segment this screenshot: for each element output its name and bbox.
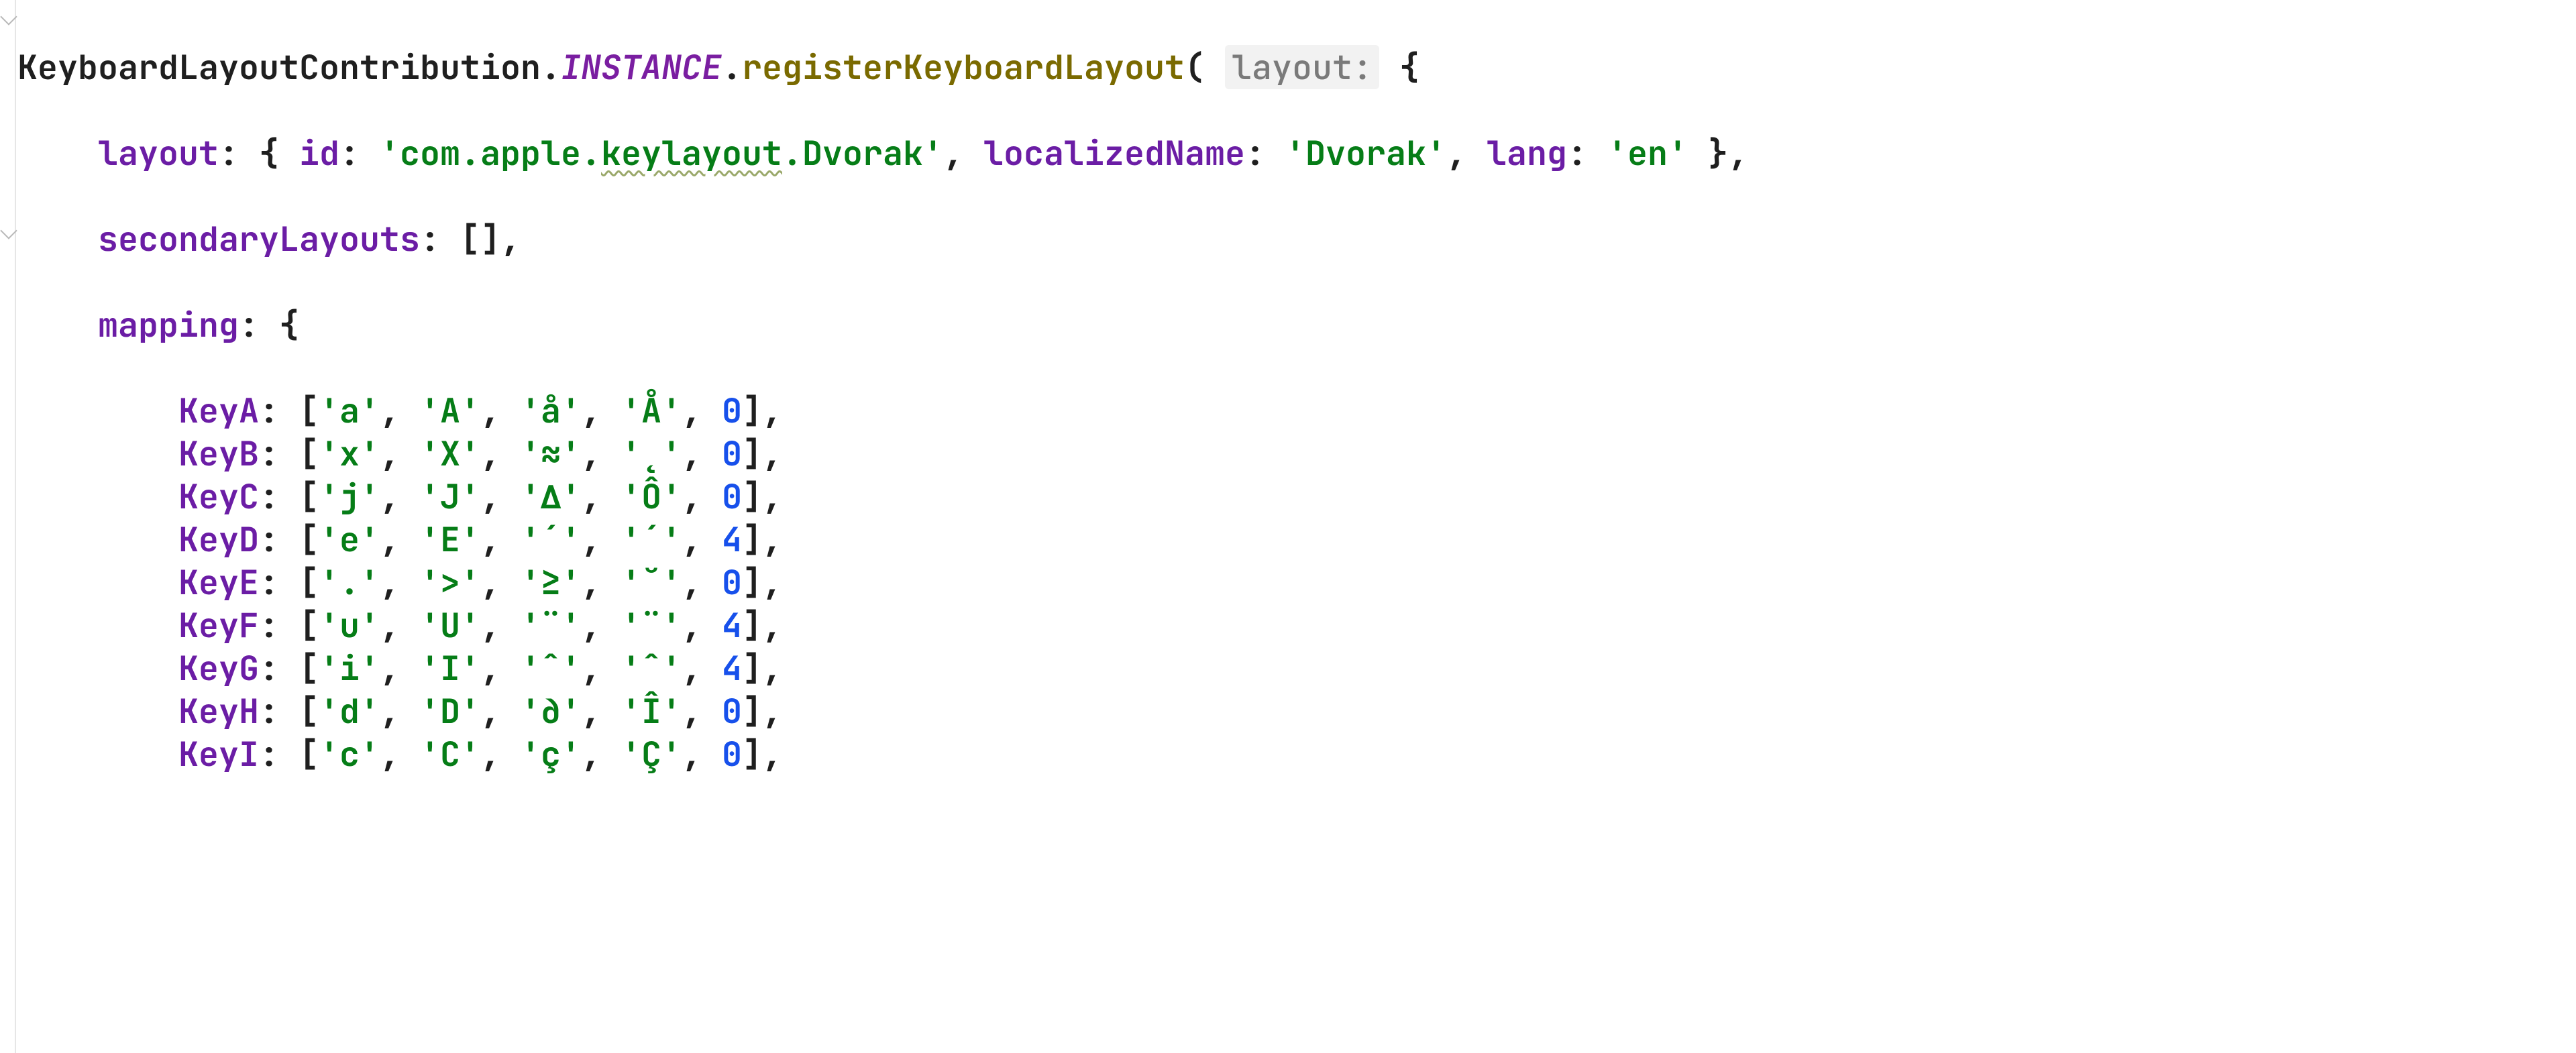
string-literal: '.': [319, 560, 380, 604]
string-literal: 'j': [319, 474, 380, 518]
mapping-key: KeyE: [178, 560, 259, 604]
string-literal: 'Ç': [621, 732, 682, 776]
mapping-key: KeyG: [178, 646, 259, 690]
object-key: localizedName: [983, 131, 1245, 175]
string-literal: 'com.apple.keylayout.Dvorak': [380, 131, 943, 175]
string-literal: 'ˆ': [521, 646, 581, 690]
code-line: KeyA: ['a', 'A', 'å', 'Å', 0],: [17, 389, 2576, 432]
string-literal: 'X': [420, 431, 480, 476]
string-literal: 'U': [420, 603, 480, 647]
string-literal: 'ç': [521, 732, 581, 776]
string-literal: 'C': [420, 732, 480, 776]
string-literal: '˘': [621, 560, 682, 604]
static-field: INSTANCE: [561, 45, 722, 89]
string-literal: '¨': [521, 603, 581, 647]
string-literal: 'A': [420, 388, 480, 433]
identifier: KeyboardLayoutContribution: [17, 45, 541, 89]
string-literal: '¨': [621, 603, 682, 647]
object-key: mapping: [98, 302, 239, 347]
code-line: KeyB: ['x', 'X', '≈', '˛', 0],: [17, 432, 2576, 475]
string-literal: 'å': [521, 388, 581, 433]
code-line: layout: { id: 'com.apple.keylayout.Dvora…: [17, 131, 2576, 174]
string-literal: 'E': [420, 517, 480, 561]
mapping-key: KeyI: [178, 732, 259, 776]
code-line: KeyE: ['.', '>', '≥', '˘', 0],: [17, 561, 2576, 604]
code-line: mapping: {: [17, 303, 2576, 346]
code-line: KeyboardLayoutContribution.INSTANCE.regi…: [17, 46, 2576, 89]
string-literal: 'en': [1607, 131, 1688, 175]
string-literal: 'ˆ': [621, 646, 682, 690]
number-literal: 4: [722, 603, 742, 647]
string-literal: '>': [420, 560, 480, 604]
parameter-hint: layout:: [1225, 45, 1379, 89]
string-literal: 'J': [420, 474, 480, 518]
number-literal: 4: [722, 517, 742, 561]
array-literal: []: [460, 217, 500, 261]
object-key: lang: [1487, 131, 1567, 175]
code-editor[interactable]: KeyboardLayoutContribution.INSTANCE.regi…: [17, 3, 2576, 818]
number-literal: 0: [722, 689, 742, 733]
code-line: KeyC: ['j', 'J', '∆', 'Ô', 0],: [17, 475, 2576, 518]
mapping-key: KeyA: [178, 388, 259, 433]
string-literal: '´': [521, 517, 581, 561]
code-line: KeyG: ['i', 'I', 'ˆ', 'ˆ', 4],: [17, 647, 2576, 689]
string-literal: 'D': [420, 689, 480, 733]
code-line: KeyH: ['d', 'D', '∂', 'Î', 0],: [17, 689, 2576, 732]
object-key: layout: [98, 131, 219, 175]
string-literal: 'i': [319, 646, 380, 690]
number-literal: 0: [722, 474, 742, 518]
code-line: KeyD: ['e', 'E', '´', '´', 4],: [17, 518, 2576, 561]
string-literal: '≈': [521, 431, 581, 476]
string-literal: 'I': [420, 646, 480, 690]
string-literal: '´': [621, 517, 682, 561]
string-literal: 'e': [319, 517, 380, 561]
mapping-key: KeyH: [178, 689, 259, 733]
mapping-key: KeyB: [178, 431, 259, 476]
number-literal: 0: [722, 560, 742, 604]
object-key: secondaryLayouts: [98, 217, 420, 261]
number-literal: 0: [722, 388, 742, 433]
string-literal: '∆': [521, 474, 581, 518]
method-name: registerKeyboardLayout: [742, 45, 1185, 89]
string-literal: 'a': [319, 388, 380, 433]
object-key: id: [299, 131, 339, 175]
string-literal: 'Dvorak': [1285, 131, 1446, 175]
string-literal: '˛': [621, 431, 682, 476]
mapping-key: KeyC: [178, 474, 259, 518]
mapping-key: KeyD: [178, 517, 259, 561]
fold-marker-icon[interactable]: [0, 8, 17, 25]
code-line: secondaryLayouts: [],: [17, 217, 2576, 260]
string-literal: 'Î': [621, 689, 682, 733]
string-literal: 'c': [319, 732, 380, 776]
number-literal: 0: [722, 431, 742, 476]
string-literal: 'x': [319, 431, 380, 476]
typo-underline: keylayout: [601, 131, 782, 175]
code-line: KeyI: ['c', 'C', 'ç', 'Ç', 0],: [17, 732, 2576, 775]
string-literal: 'Ô': [621, 474, 682, 518]
string-literal: 'u': [319, 603, 380, 647]
number-literal: 4: [722, 646, 742, 690]
fold-marker-icon[interactable]: [0, 222, 17, 239]
string-literal: 'd': [319, 689, 380, 733]
number-literal: 0: [722, 732, 742, 776]
mapping-key: KeyF: [178, 603, 259, 647]
string-literal: 'Å': [621, 388, 682, 433]
string-literal: '≥': [521, 560, 581, 604]
code-line: KeyF: ['u', 'U', '¨', '¨', 4],: [17, 604, 2576, 647]
string-literal: '∂': [521, 689, 581, 733]
gutter: [0, 0, 16, 1053]
